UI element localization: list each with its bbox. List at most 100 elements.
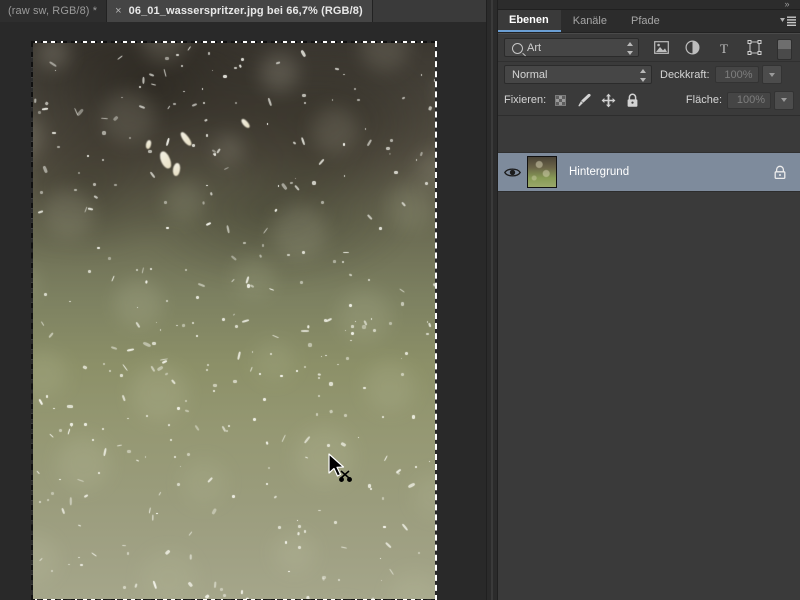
tab-ebenen[interactable]: Ebenen (497, 10, 561, 32)
water-speck (243, 242, 246, 245)
tab-pfade-label: Pfade (631, 15, 660, 27)
filter-icon-group: T (653, 39, 794, 56)
water-speck (303, 366, 306, 369)
water-speck (149, 171, 156, 179)
filter-enable-toggle[interactable] (777, 39, 792, 60)
close-icon[interactable]: × (115, 5, 122, 17)
water-speck (307, 325, 310, 328)
water-speck (51, 132, 57, 135)
water-speck (212, 383, 218, 387)
chevron-updown-icon[interactable] (639, 69, 646, 82)
panel-menu-icon[interactable] (775, 10, 800, 32)
water-speck (261, 244, 264, 247)
water-speck (317, 373, 321, 376)
canvas-workspace[interactable] (0, 22, 490, 600)
water-speck (91, 552, 97, 558)
water-speck (372, 328, 377, 333)
water-speck (172, 102, 176, 106)
filter-adjustment-icon[interactable] (684, 39, 701, 56)
water-speck (295, 370, 298, 373)
water-speck (381, 497, 385, 500)
water-speck (308, 343, 312, 347)
water-speck (296, 519, 299, 522)
lock-transparency-icon[interactable] (553, 93, 568, 108)
water-speck (205, 221, 212, 226)
opacity-input[interactable]: 100% (714, 66, 759, 83)
layer-thumbnail[interactable] (527, 156, 557, 188)
filter-type-icon[interactable]: T (715, 39, 732, 56)
chevron-updown-icon[interactable] (626, 42, 633, 55)
water-speck (164, 549, 170, 555)
tab-bar-filler (372, 0, 490, 22)
lock-icon[interactable] (773, 165, 787, 180)
filter-shape-icon[interactable] (746, 39, 763, 56)
lock-position-icon[interactable] (601, 93, 616, 108)
water-speck (226, 225, 231, 234)
layer-name-label: Hintergrund (569, 166, 630, 178)
doc-tab-raw-sw[interactable]: (raw sw, RGB/8) * (0, 0, 108, 22)
water-speck (297, 545, 302, 550)
layer-row-hintergrund[interactable]: Hintergrund (497, 153, 800, 192)
panel-splitter[interactable] (486, 0, 498, 600)
water-speck (205, 594, 211, 599)
image-canvas[interactable] (31, 41, 437, 600)
photoshop-window: (raw sw, RGB/8) * × 06_01_wasserspritzer… (0, 0, 800, 600)
lock-image-icon[interactable] (577, 93, 592, 108)
water-speck (87, 269, 92, 274)
water-speck (111, 345, 118, 350)
water-speck (100, 117, 109, 120)
water-speck (37, 110, 41, 114)
water-speck (234, 66, 237, 70)
filter-pixel-icon[interactable] (653, 39, 670, 56)
water-speck (187, 46, 192, 52)
water-speck (250, 367, 253, 373)
fill-input[interactable]: 100% (727, 91, 771, 109)
water-speck (48, 433, 54, 438)
filter-type-select[interactable]: Art (504, 38, 639, 57)
blend-mode-select[interactable]: Normal (504, 65, 652, 84)
tab-pfade[interactable]: Pfade (619, 10, 672, 32)
water-speck (135, 321, 141, 328)
water-speck (433, 79, 435, 82)
water-speck (340, 441, 347, 447)
water-speck (184, 409, 190, 414)
water-speck (213, 390, 216, 392)
water-speck (102, 159, 104, 161)
layer-list[interactable]: Hintergrund (497, 152, 800, 600)
water-speck (189, 553, 192, 560)
water-speck (240, 58, 245, 62)
water-speck (258, 372, 262, 376)
water-speck (207, 52, 211, 55)
water-speck (166, 227, 169, 230)
tab-kanaele[interactable]: Kanäle (561, 10, 619, 32)
fill-slider-dropdown[interactable] (774, 90, 794, 110)
photo-wasserspritzer (33, 43, 435, 599)
blend-mode-row: Normal Deckkraft: 100% (497, 62, 800, 87)
water-speck (419, 151, 423, 157)
water-speck (174, 456, 177, 459)
water-speck (204, 118, 208, 123)
water-speck (127, 449, 131, 454)
water-speck (334, 67, 339, 71)
water-speck (383, 525, 387, 528)
water-speck (321, 201, 324, 204)
water-speck (111, 275, 115, 282)
tab-ebenen-label: Ebenen (509, 14, 549, 26)
water-speck (325, 354, 327, 356)
water-speck (159, 329, 162, 331)
doc-tab-wasserspritzer[interactable]: × 06_01_wasserspritzer.jpg bei 66,7% (RG… (107, 0, 373, 22)
panel-tab-filler (671, 10, 775, 32)
water-speck (39, 398, 44, 405)
collapse-panels-icon[interactable]: » (779, 0, 795, 9)
opacity-label: Deckkraft: (660, 68, 710, 81)
water-speck (364, 128, 367, 130)
eye-icon[interactable] (497, 167, 527, 178)
search-icon (512, 43, 523, 54)
opacity-slider-dropdown[interactable] (761, 65, 782, 84)
lock-all-icon[interactable] (625, 93, 640, 108)
water-speck (117, 444, 122, 447)
water-speck (251, 351, 254, 353)
water-speck (341, 546, 347, 549)
water-speck (163, 69, 167, 77)
svg-text:T: T (720, 41, 728, 55)
